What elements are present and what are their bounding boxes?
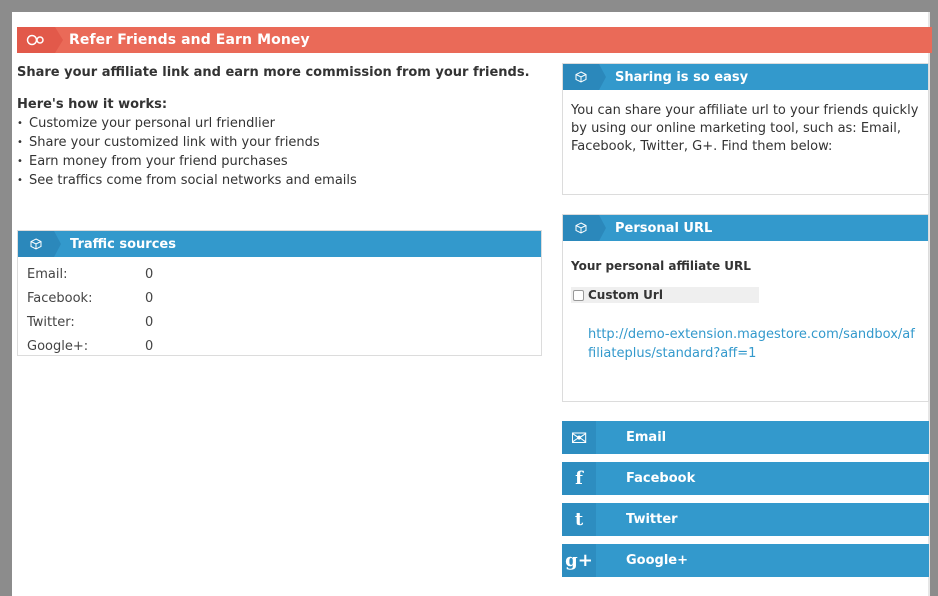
table-row: Twitter: 0 — [27, 310, 153, 334]
list-item: Earn money from your friend purchases — [17, 152, 537, 171]
facebook-icon: f — [562, 462, 596, 495]
list-item: See traffics come from social networks a… — [17, 171, 537, 190]
traffic-value: 0 — [145, 314, 154, 330]
traffic-label: Google+: — [27, 338, 89, 354]
traffic-value: 0 — [145, 290, 154, 306]
custom-url-checkbox[interactable] — [573, 289, 584, 301]
cube-icon — [563, 215, 606, 241]
table-row: Google+: 0 — [27, 334, 153, 358]
share-button-label: Facebook — [626, 471, 696, 486]
traffic-label: Email: — [27, 266, 68, 282]
traffic-sources-panel: Traffic sources Email: 0 Facebook: 0 Twi… — [17, 230, 542, 356]
cube-icon — [18, 231, 61, 257]
list-item: Customize your personal url friendlier — [17, 114, 537, 133]
share-email-button[interactable]: ✉ Email — [562, 421, 929, 454]
custom-url-label: Custom Url — [588, 288, 663, 302]
share-button-label: Email — [626, 430, 667, 445]
share-facebook-button[interactable]: f Facebook — [562, 462, 929, 495]
personal-url-panel: Personal URL Your personal affiliate URL… — [562, 214, 929, 402]
custom-url-toggle[interactable]: Custom Url — [571, 287, 759, 303]
personal-url-label: Your personal affiliate URL — [571, 259, 751, 273]
mail-icon: ✉ — [562, 421, 596, 454]
sharing-header: Sharing is so easy — [563, 64, 928, 90]
intro-lead: Share your affiliate link and earn more … — [17, 65, 530, 80]
window-frame-left — [0, 0, 12, 596]
traffic-sources-header: Traffic sources — [18, 231, 541, 257]
affiliate-url-link[interactable]: http://demo-extension.magestore.com/sand… — [588, 325, 918, 363]
share-google-plus-button[interactable]: g+ Google+ — [562, 544, 929, 577]
sharing-title: Sharing is so easy — [615, 69, 749, 85]
traffic-label: Twitter: — [27, 314, 75, 330]
sharing-description: You can share your affiliate url to your… — [571, 103, 919, 154]
share-button-label: Google+ — [626, 553, 689, 568]
table-row: Email: 0 — [27, 262, 153, 286]
share-button-label: Twitter — [626, 512, 678, 527]
share-twitter-button[interactable]: t Twitter — [562, 503, 929, 536]
traffic-sources-title: Traffic sources — [70, 236, 176, 252]
page-content: Refer Friends and Earn Money Share your … — [12, 12, 932, 596]
window-frame-right — [930, 0, 938, 596]
how-it-works-heading: Here's how it works: — [17, 97, 168, 112]
referral-icon — [17, 27, 63, 53]
traffic-label: Facebook: — [27, 290, 93, 306]
page-title: Refer Friends and Earn Money — [69, 32, 310, 48]
traffic-value: 0 — [145, 338, 154, 354]
intro-section: Share your affiliate link and earn more … — [17, 64, 537, 190]
personal-url-header: Personal URL — [563, 215, 928, 241]
cube-icon — [563, 64, 606, 90]
personal-url-title: Personal URL — [615, 220, 713, 236]
window-frame-top — [0, 0, 938, 12]
steps-list: Customize your personal url friendlier S… — [17, 114, 537, 190]
page-title-bar: Refer Friends and Earn Money — [17, 27, 932, 53]
sharing-panel: Sharing is so easy You can share your af… — [562, 63, 929, 195]
table-row: Facebook: 0 — [27, 286, 153, 310]
traffic-value: 0 — [145, 266, 154, 282]
list-item: Share your customized link with your fri… — [17, 133, 537, 152]
twitter-icon: t — [562, 503, 596, 536]
traffic-table: Email: 0 Facebook: 0 Twitter: 0 Google+:… — [27, 262, 153, 358]
google-plus-icon: g+ — [562, 544, 596, 577]
